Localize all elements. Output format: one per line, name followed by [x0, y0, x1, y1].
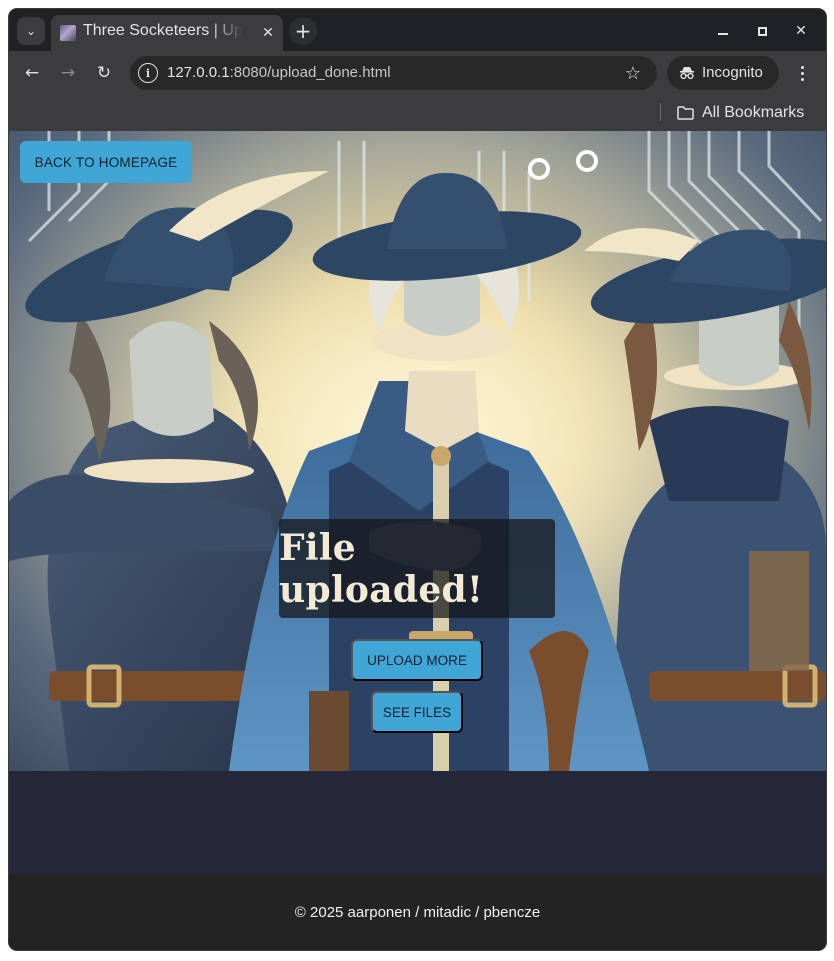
tab-close-icon[interactable]: ✕: [258, 23, 278, 43]
all-bookmarks-label: All Bookmarks: [702, 104, 805, 121]
page-footer: © 2025 aarponen / mitadic / pbencze: [9, 875, 826, 950]
reload-icon[interactable]: ↻: [90, 59, 118, 87]
footer-credits: © 2025 aarponen / mitadic / pbencze: [294, 904, 541, 921]
status-heading: File uploaded!: [279, 526, 484, 611]
tab-title: Three Socketeers | Upload: [83, 22, 243, 39]
new-tab-button[interactable]: +: [289, 17, 317, 45]
maximize-icon[interactable]: [750, 19, 774, 43]
tab-strip: ⌄ Three Socketeers | Upload ✕ + ✕: [9, 9, 826, 51]
all-bookmarks-button[interactable]: All Bookmarks: [677, 100, 804, 126]
kebab-menu-icon[interactable]: [790, 59, 814, 87]
close-window-icon[interactable]: ✕: [789, 19, 813, 43]
incognito-indicator[interactable]: Incognito: [667, 56, 779, 90]
plus-icon: +: [294, 19, 312, 43]
tab-search-button[interactable]: ⌄: [17, 17, 45, 45]
upload-more-button[interactable]: UPLOAD MORE: [351, 639, 483, 681]
favicon-icon: [60, 25, 76, 41]
page-viewport: BACK TO HOMEPAGE File uploaded! UPLOAD M…: [9, 131, 826, 950]
incognito-icon: [680, 67, 694, 80]
see-files-button[interactable]: SEE FILES: [371, 691, 463, 733]
url-path: :8080/upload_done.html: [229, 64, 391, 81]
browser-window: ⌄ Three Socketeers | Upload ✕ + ✕ ← → ↻ …: [9, 9, 826, 950]
forward-icon[interactable]: →: [54, 59, 82, 87]
url-text[interactable]: 127.0.0.1:8080/upload_done.html: [167, 64, 391, 81]
back-to-homepage-button[interactable]: BACK TO HOMEPAGE: [20, 141, 192, 183]
bookmarks-divider: [660, 103, 661, 121]
back-icon[interactable]: ←: [18, 59, 46, 87]
browser-toolbar: ← → ↻ i 127.0.0.1:8080/upload_done.html …: [9, 51, 826, 95]
folder-icon: [677, 106, 694, 120]
minimize-icon[interactable]: [711, 19, 735, 43]
active-tab[interactable]: Three Socketeers | Upload ✕: [51, 15, 283, 51]
upload-status-panel: File uploaded!: [279, 519, 555, 618]
chevron-down-icon: ⌄: [25, 24, 37, 38]
site-info-icon[interactable]: i: [138, 63, 158, 83]
incognito-label: Incognito: [702, 64, 763, 81]
url-host: 127.0.0.1: [167, 64, 230, 81]
address-bar[interactable]: i 127.0.0.1:8080/upload_done.html ☆: [130, 56, 657, 90]
bookmarks-bar: All Bookmarks: [9, 95, 826, 131]
bookmark-star-icon[interactable]: ☆: [622, 62, 644, 84]
hero-image: BACK TO HOMEPAGE File uploaded! UPLOAD M…: [9, 131, 826, 771]
